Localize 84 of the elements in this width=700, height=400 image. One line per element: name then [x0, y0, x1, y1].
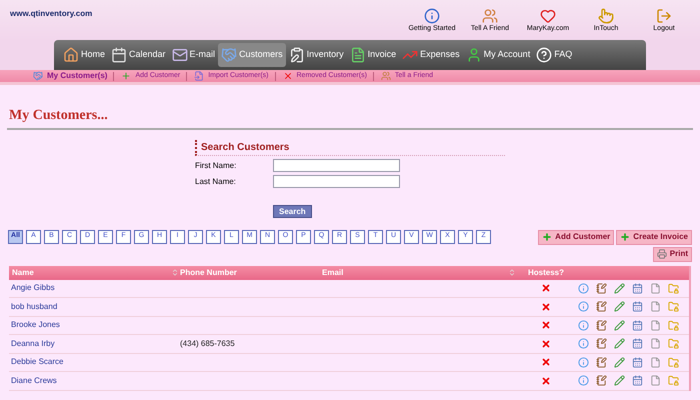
folder-icon[interactable]	[668, 375, 679, 386]
pencil-icon[interactable]	[614, 320, 625, 331]
pencil-icon[interactable]	[614, 282, 625, 294]
info-icon[interactable]	[578, 320, 589, 331]
calendar-icon[interactable]	[632, 301, 643, 312]
nav-tab[interactable]: FAQ	[533, 43, 576, 67]
info-icon[interactable]	[578, 375, 589, 386]
calendar-icon[interactable]	[632, 338, 643, 350]
pencil-icon[interactable]	[614, 356, 625, 368]
folder-icon[interactable]	[668, 356, 679, 368]
field-label: Last Name:	[195, 176, 237, 188]
nav-tab[interactable]: Home	[60, 43, 108, 67]
document-icon[interactable]	[650, 282, 661, 294]
pencil-icon[interactable]	[614, 338, 625, 350]
info-icon[interactable]	[578, 356, 589, 368]
sort-icon[interactable]	[508, 268, 516, 277]
folder-icon[interactable]	[668, 301, 679, 312]
text-input[interactable]	[273, 159, 400, 172]
sort-icon[interactable]	[171, 268, 179, 277]
search-heading: Search Customers	[195, 140, 505, 156]
plus-icon	[620, 232, 630, 242]
invoice-icon	[350, 47, 366, 63]
notebook-icon[interactable]	[596, 338, 607, 350]
folder-icon[interactable]	[668, 320, 679, 331]
notebook-icon[interactable]	[596, 320, 607, 331]
action-button[interactable]: Print	[652, 246, 692, 262]
help-icon	[536, 47, 552, 63]
info-icon[interactable]	[578, 282, 589, 294]
nav-tab[interactable]: Customers	[218, 43, 286, 67]
nav-tab[interactable]: Calendar	[108, 43, 169, 67]
site-logo[interactable]: www.qtinventory.com	[10, 8, 92, 20]
nav-tab[interactable]: Invoice	[346, 43, 400, 67]
customer-name-link[interactable]: Debbie Scarce	[9, 356, 179, 368]
customer-name-link[interactable]: Deanna Irby	[9, 338, 179, 350]
calendar-icon[interactable]	[632, 282, 643, 294]
sub-nav-link[interactable]: My Customer(s)	[32, 70, 108, 82]
clipboard-icon	[288, 47, 305, 63]
info-icon	[424, 8, 440, 24]
notebook-icon[interactable]	[596, 301, 607, 312]
envelope-icon	[172, 47, 188, 63]
logout-icon	[656, 8, 672, 24]
customer-name-link[interactable]: Angie Gibbs	[9, 282, 179, 294]
handshake-icon	[32, 71, 44, 81]
customer-name-link[interactable]: Diane Crews	[9, 374, 179, 387]
phone-number: (434) 685-7635	[179, 338, 236, 350]
customer-name-link[interactable]: Brooke Jones	[9, 319, 179, 332]
document-icon[interactable]	[650, 356, 661, 368]
calendar-icon[interactable]	[632, 320, 643, 331]
folder-icon[interactable]	[668, 282, 679, 294]
notebook-icon[interactable]	[596, 282, 607, 294]
document-icon[interactable]	[650, 338, 661, 350]
page-title: My Customers...	[7, 105, 693, 130]
customer-name-link[interactable]: bob husband	[9, 300, 179, 313]
calendar-icon[interactable]	[632, 356, 643, 368]
document-icon[interactable]	[650, 375, 661, 386]
pencil-icon[interactable]	[614, 375, 625, 386]
calendar-icon[interactable]	[632, 375, 643, 386]
action-button[interactable]: Add Customer	[538, 230, 614, 244]
home-icon	[63, 47, 79, 63]
search-button[interactable]: Search	[273, 205, 312, 218]
people-icon	[482, 8, 498, 24]
nav-tab[interactable]: My Account	[462, 43, 534, 67]
people-icon	[380, 71, 392, 81]
import-icon	[193, 71, 206, 81]
calendar-icon	[111, 47, 128, 63]
person-icon	[466, 47, 482, 63]
action-button[interactable]: Create Invoice	[616, 230, 692, 244]
plus-icon	[542, 232, 552, 242]
hand-icon	[598, 8, 614, 24]
info-icon[interactable]	[578, 301, 589, 312]
nav-tab[interactable]: E-mail	[168, 43, 218, 67]
printer-icon	[656, 249, 667, 259]
handshake-icon	[221, 47, 238, 63]
pencil-icon[interactable]	[614, 301, 625, 312]
nav-tab[interactable]: Expenses	[399, 43, 463, 67]
document-icon[interactable]	[650, 320, 661, 331]
folder-icon[interactable]	[668, 338, 679, 350]
notebook-icon[interactable]	[596, 356, 607, 368]
notebook-icon[interactable]	[596, 375, 607, 386]
document-icon[interactable]	[650, 301, 661, 312]
info-icon[interactable]	[578, 338, 589, 350]
text-input[interactable]	[273, 175, 400, 188]
nav-tab[interactable]: Inventory	[286, 43, 347, 67]
field-label: First Name:	[195, 160, 238, 172]
